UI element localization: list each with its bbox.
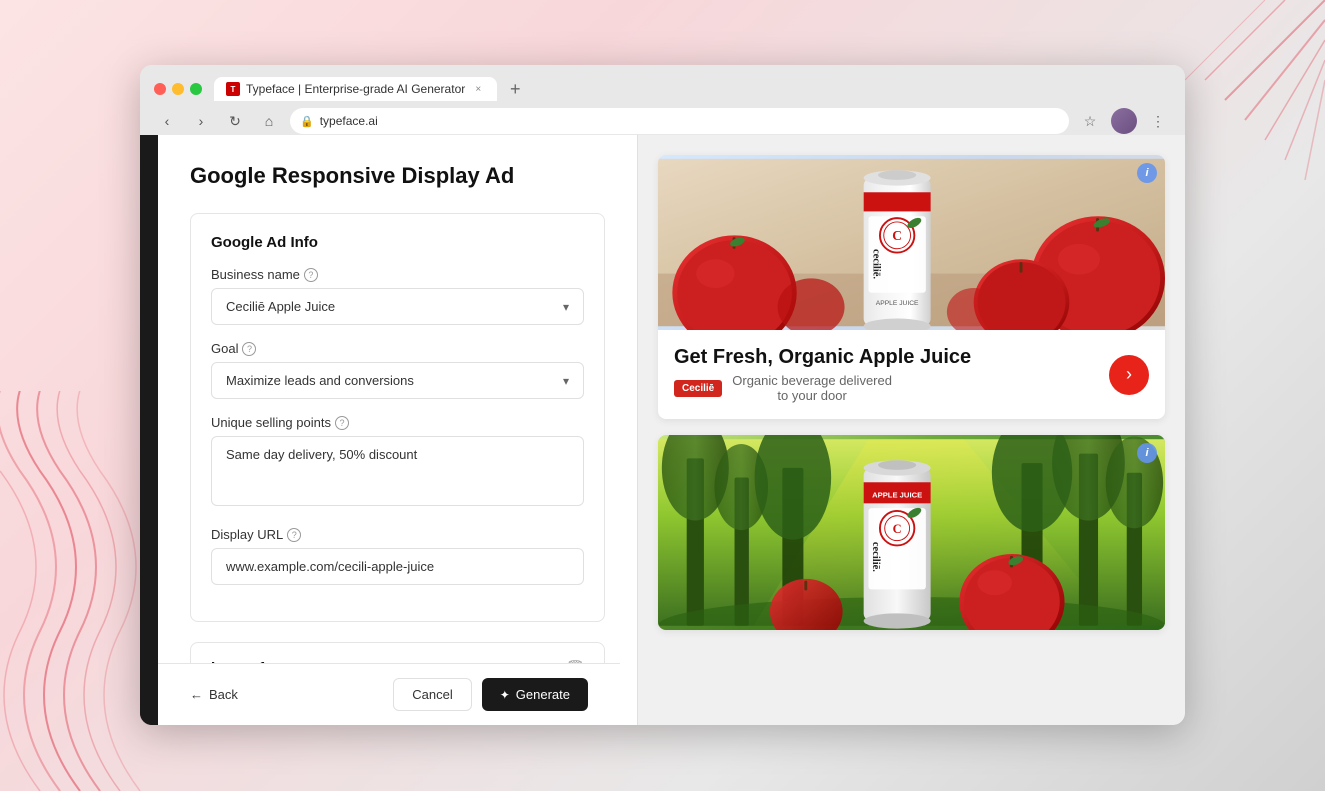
tab-close-button[interactable]: × <box>471 82 485 96</box>
home-button[interactable]: ⌂ <box>256 108 282 134</box>
svg-text:APPLE JUICE: APPLE JUICE <box>876 300 919 307</box>
ad-preview-card-1: i <box>658 155 1165 419</box>
display-url-field-group: Display URL ? <box>211 527 584 585</box>
goal-label: Goal ? <box>211 341 584 356</box>
ad1-brand-row: Ceciliē Organic beverage deliveredto you… <box>674 373 1109 403</box>
display-url-input[interactable] <box>211 548 584 585</box>
back-nav-button[interactable]: ‹ <box>154 108 180 134</box>
address-bar[interactable]: 🔒 typeface.ai <box>290 108 1069 134</box>
goal-select[interactable]: Maximize leads and conversions ▾ <box>211 362 584 399</box>
usp-label: Unique selling points ? <box>211 415 584 430</box>
account-avatar[interactable] <box>1111 108 1137 134</box>
minimize-button[interactable] <box>172 83 184 95</box>
display-url-help-icon[interactable]: ? <box>287 528 301 542</box>
goal-value: Maximize leads and conversions <box>226 373 414 388</box>
ad2-product-image: APPLE JUICE C ceciliē. <box>658 435 1165 630</box>
business-name-field-group: Business name ? Ceciliē Apple Juice ▾ <box>211 267 584 325</box>
business-name-help-icon[interactable]: ? <box>304 268 318 282</box>
browser-window: T Typeface | Enterprise-grade AI Generat… <box>140 65 1185 725</box>
svg-text:C: C <box>893 522 902 536</box>
svg-text:APPLE JUICE: APPLE JUICE <box>872 491 922 500</box>
business-name-select[interactable]: Ceciliē Apple Juice ▾ <box>211 288 584 325</box>
svg-text:C: C <box>892 228 902 243</box>
google-ad-info-section: Google Ad Info Business name ? Ceciliē A… <box>190 213 605 622</box>
google-ad-info-title: Google Ad Info <box>211 234 584 251</box>
ad1-cta-button[interactable]: › <box>1109 355 1149 395</box>
ad1-product-image: C ceciliē. APPLE JUICE <box>658 155 1165 330</box>
url-text: typeface.ai <box>320 114 378 128</box>
ad1-content: Get Fresh, Organic Apple Juice Ceciliē O… <box>658 330 1165 419</box>
new-tab-button[interactable]: + <box>501 75 529 103</box>
maximize-button[interactable] <box>190 83 202 95</box>
chevron-down-icon: ▾ <box>563 300 569 314</box>
form-panel: Google Responsive Display Ad Google Ad I… <box>158 135 638 725</box>
ad1-info-button[interactable]: i <box>1137 163 1157 183</box>
bottom-action-bar: ← Back Cancel ✦ Generate <box>158 663 620 725</box>
reload-button[interactable]: ↻ <box>222 108 248 134</box>
close-button[interactable] <box>154 83 166 95</box>
cancel-button[interactable]: Cancel <box>393 678 471 711</box>
action-buttons: Cancel ✦ Generate <box>393 678 588 711</box>
tab-bar: T Typeface | Enterprise-grade AI Generat… <box>214 75 529 103</box>
back-button[interactable]: ← Back <box>190 687 238 702</box>
ad2-info-button[interactable]: i <box>1137 443 1157 463</box>
bookmark-button[interactable]: ☆ <box>1077 108 1103 134</box>
left-sidebar <box>140 135 158 725</box>
usp-textarea[interactable]: Same day delivery, 50% discount <box>211 436 584 506</box>
tab-label: Typeface | Enterprise-grade AI Generator <box>246 82 465 96</box>
app-content: Google Responsive Display Ad Google Ad I… <box>140 135 1185 725</box>
ad1-text: Get Fresh, Organic Apple Juice Ceciliē O… <box>674 346 1109 403</box>
business-name-value: Ceciliē Apple Juice <box>226 299 335 314</box>
forward-nav-button[interactable]: › <box>188 108 214 134</box>
usp-help-icon[interactable]: ? <box>335 416 349 430</box>
business-name-label: Business name ? <box>211 267 584 282</box>
window-buttons <box>154 83 202 95</box>
ad1-headline: Get Fresh, Organic Apple Juice <box>674 346 1109 369</box>
browser-tab[interactable]: T Typeface | Enterprise-grade AI Generat… <box>214 77 497 101</box>
chrome-bar: T Typeface | Enterprise-grade AI Generat… <box>140 65 1185 135</box>
ssl-lock-icon: 🔒 <box>300 115 314 128</box>
address-bar-row: ‹ › ↻ ⌂ 🔒 typeface.ai ☆ ⋮ <box>140 107 1185 135</box>
ad-preview-card-2: i <box>658 435 1165 630</box>
menu-button[interactable]: ⋮ <box>1145 108 1171 134</box>
usp-field-group: Unique selling points ? Same day deliver… <box>211 415 584 511</box>
ad1-description: Organic beverage deliveredto your door <box>732 373 892 403</box>
sparkle-icon: ✦ <box>500 688 510 702</box>
back-arrow-icon: ← <box>190 687 203 702</box>
preview-panel: i <box>638 135 1185 725</box>
svg-text:ceciliē.: ceciliē. <box>870 542 881 572</box>
generate-button[interactable]: ✦ Generate <box>482 678 588 711</box>
main-area: Google Responsive Display Ad Google Ad I… <box>158 135 1185 725</box>
goal-field-group: Goal ? Maximize leads and conversions ▾ <box>211 341 584 399</box>
goal-chevron-icon: ▾ <box>563 374 569 388</box>
page-title: Google Responsive Display Ad <box>190 163 605 189</box>
svg-text:ceciliē.: ceciliē. <box>870 249 881 279</box>
typeface-favicon: T <box>226 82 240 96</box>
ad1-brand-logo: Ceciliē <box>674 380 722 397</box>
display-url-label: Display URL ? <box>211 527 584 542</box>
goal-help-icon[interactable]: ? <box>242 342 256 356</box>
